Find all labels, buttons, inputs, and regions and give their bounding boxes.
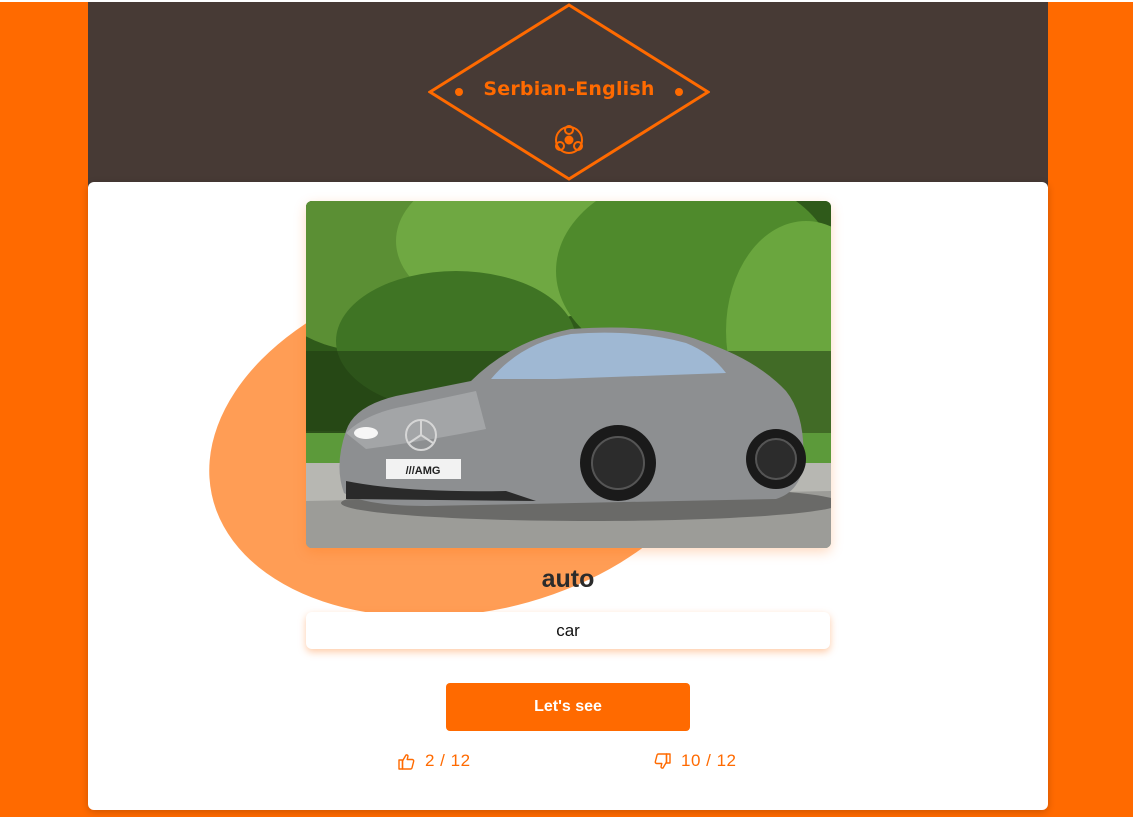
fidget-spinner-icon [555, 125, 583, 154]
app-header: Serbian-English [88, 2, 1048, 187]
correct-count: 2 / 12 [398, 750, 471, 772]
thumbs-down-icon [654, 752, 671, 770]
correct-count-value: 2 / 12 [425, 751, 471, 770]
flashcard-image: ///AMG [306, 201, 831, 548]
flashcard: ///AMG auto Let's see 2 / 12 [88, 182, 1048, 810]
source-word: auto [541, 565, 595, 593]
app-logo[interactable]: Serbian-English [428, 2, 710, 182]
translation-input[interactable] [306, 612, 830, 649]
car-photo: ///AMG [306, 201, 831, 548]
wrong-count: 10 / 12 [654, 750, 737, 772]
lets-see-button[interactable]: Let's see [446, 683, 690, 731]
wrong-count-value: 10 / 12 [681, 751, 737, 770]
svg-text:///AMG: ///AMG [406, 465, 441, 477]
thumbs-up-icon [398, 753, 415, 770]
app-title: Serbian-English [483, 78, 655, 100]
